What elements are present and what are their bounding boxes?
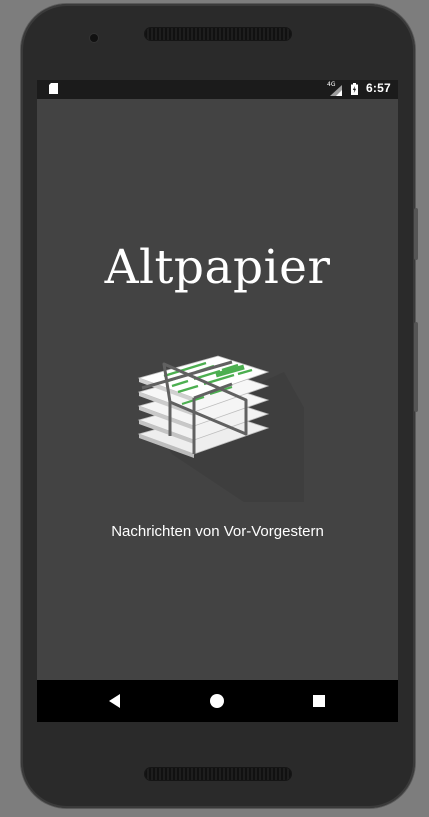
app-tagline: Nachrichten von Vor-Vorgestern bbox=[111, 523, 324, 540]
navigation-bar bbox=[37, 680, 398, 722]
recents-icon[interactable] bbox=[309, 691, 329, 711]
back-icon[interactable] bbox=[106, 691, 126, 711]
power-button bbox=[414, 208, 418, 260]
battery-charging-icon bbox=[351, 83, 358, 95]
bottom-speaker bbox=[145, 768, 291, 780]
front-camera bbox=[90, 34, 98, 42]
home-icon[interactable] bbox=[207, 691, 227, 711]
app-screen: 4G 6:57 Altpapier Nachrichten von Vor-Vo… bbox=[37, 80, 398, 722]
status-bar: 4G 6:57 bbox=[37, 80, 398, 99]
volume-button bbox=[414, 322, 418, 412]
app-title: Altpapier bbox=[104, 240, 331, 295]
status-time: 6:57 bbox=[366, 81, 391, 95]
top-speaker bbox=[145, 28, 291, 40]
signal-icon: 4G bbox=[327, 81, 343, 97]
newspaper-bundle-icon bbox=[137, 355, 304, 502]
sd-card-icon bbox=[49, 83, 58, 94]
